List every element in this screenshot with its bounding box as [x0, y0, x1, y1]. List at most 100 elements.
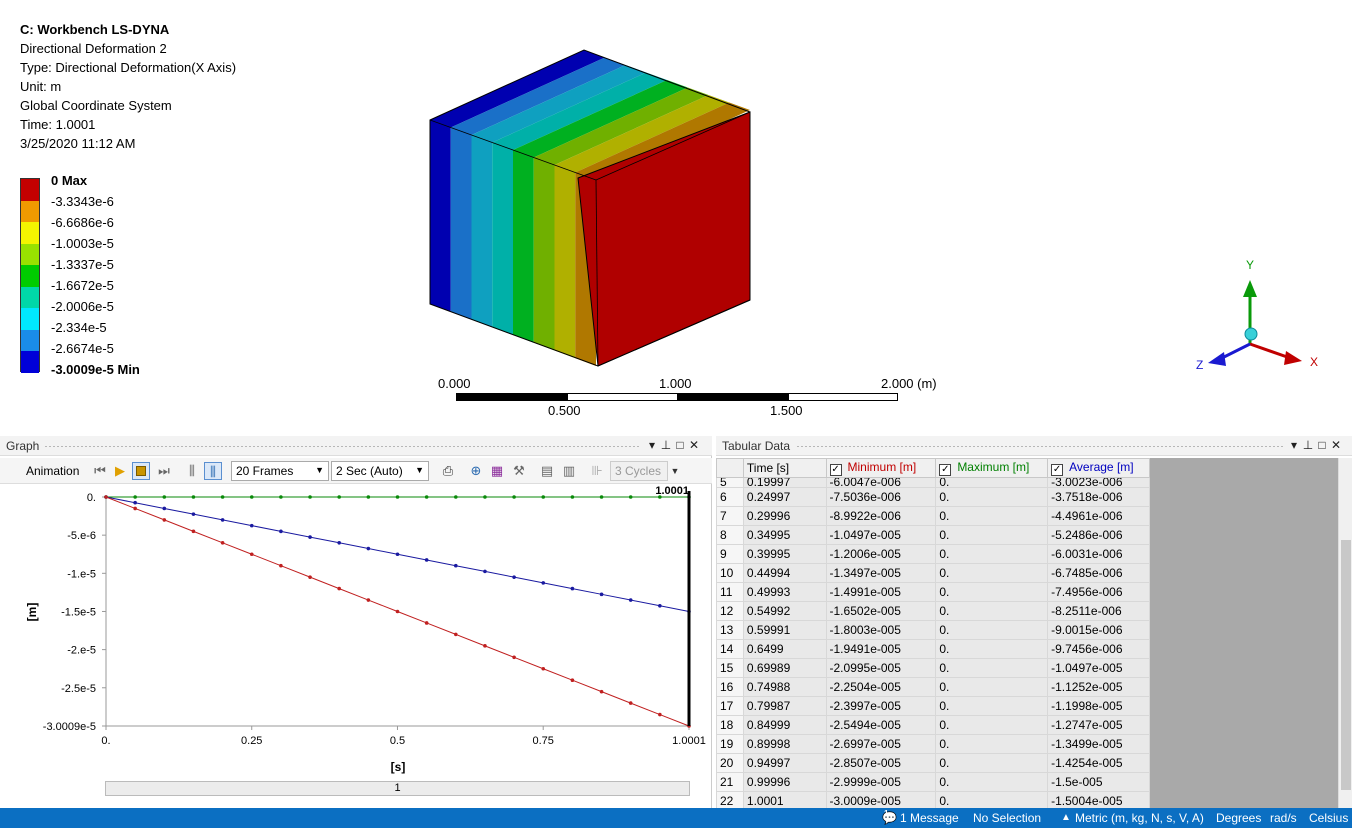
- x-axis-label: [s]: [391, 760, 406, 774]
- maximize-icon[interactable]: □: [674, 438, 688, 452]
- messages-status[interactable]: 1 Message: [900, 811, 959, 825]
- chart-series: [104, 491, 691, 728]
- messages-count: 1: [884, 809, 889, 818]
- table-cell: 14: [716, 639, 744, 659]
- temperature-unit[interactable]: Celsius: [1309, 811, 1348, 825]
- export-video-icon[interactable]: ⎙: [439, 462, 457, 480]
- play-icon[interactable]: ▶: [111, 462, 129, 480]
- table-cell: 13: [716, 620, 744, 640]
- scrollbar-thumb[interactable]: [1341, 540, 1351, 790]
- series-point: [279, 529, 283, 534]
- table-row[interactable]: 16 0.74988 -2.2504e-005 0. -1.1252e-005: [716, 677, 1150, 697]
- distributed-frames-icon[interactable]: ⫼: [183, 462, 201, 480]
- tabular-data-grid[interactable]: Time [s] ✓ Minimum [m] ✓ Maximum [m] ✓ Aver…: [716, 458, 1150, 808]
- table-cell: 0.: [935, 487, 1049, 507]
- triad-x-label: X: [1310, 355, 1318, 369]
- series-point: [541, 495, 546, 499]
- axis-triad[interactable]: Y X Z: [1188, 255, 1328, 375]
- maximize-icon[interactable]: □: [1316, 438, 1330, 452]
- table-cell: -1.0497e-005: [825, 525, 937, 545]
- y-tick-label: -1.5e-5: [61, 606, 96, 618]
- legend-label: -2.0006e-5: [51, 299, 114, 314]
- result-sets-icon[interactable]: ⫼: [204, 462, 222, 480]
- legend-swatch: [21, 200, 39, 222]
- series-point: [279, 563, 283, 568]
- table-row[interactable]: 18 0.84999 -2.5494e-005 0. -1.2747e-005: [716, 715, 1150, 735]
- pin-icon[interactable]: ⊥: [1302, 438, 1316, 452]
- table-row[interactable]: 14 0.6499 -1.9491e-005 0. -9.7456e-006: [716, 639, 1150, 659]
- table-row[interactable]: 21 0.99996 -2.9999e-005 0. -1.5e-005: [716, 772, 1150, 792]
- legend-label: -3.0009e-5 Min: [51, 362, 140, 377]
- frames-select[interactable]: 20 Frames ▼: [231, 461, 329, 481]
- table-cell: 0.24997: [742, 487, 827, 507]
- previous-frame-icon[interactable]: ⏮: [91, 462, 109, 480]
- series-point: [599, 495, 604, 499]
- frames-value: 20 Frames: [236, 464, 294, 478]
- deformation-chart[interactable]: 0. 0.25 0.5 0.75 1.0001 0. -5.e-6 -1.e-5 -1.5e-5…: [0, 484, 712, 780]
- table-cell: -1.0497e-005: [1047, 658, 1150, 678]
- unit-system[interactable]: Metric (m, kg, N, s, V, A): [1075, 811, 1204, 825]
- probe-icon[interactable]: ⚒: [510, 462, 528, 480]
- chevron-up-icon[interactable]: ▲: [1061, 812, 1071, 823]
- color-grid-icon[interactable]: ▦: [488, 462, 506, 480]
- table-row[interactable]: 7 0.29996 -8.9922e-006 0. -4.4961e-006: [716, 506, 1150, 526]
- table-row[interactable]: 10 0.44994 -1.3497e-005 0. -6.7485e-006: [716, 563, 1150, 583]
- table-alt-icon[interactable]: ▥: [560, 462, 578, 480]
- dropdown-icon[interactable]: ▾: [1288, 438, 1302, 452]
- tabular-data-panel: Tabular Data ▾ ⊥ □ ✕ Time [s] ✓ Minimum [m] …: [716, 436, 1352, 808]
- table-icon[interactable]: ▤: [538, 462, 556, 480]
- table-row[interactable]: 20 0.94997 -2.8507e-005 0. -1.4254e-005: [716, 753, 1150, 773]
- cycles-value: 3 Cycles: [615, 464, 662, 478]
- table-row[interactable]: 11 0.49993 -1.4991e-005 0. -7.4956e-006: [716, 582, 1150, 602]
- table-row[interactable]: 6 0.24997 -7.5036e-006 0. -3.7518e-006: [716, 487, 1150, 507]
- table-cell: 0.: [935, 715, 1049, 735]
- table-cell: 0.84999: [742, 715, 827, 735]
- table-scrollbar[interactable]: [1338, 458, 1352, 808]
- maximum-checkbox[interactable]: ✓: [939, 464, 952, 476]
- zoom-icon[interactable]: ⊕: [467, 462, 485, 480]
- scale-label-1: 1.000: [659, 376, 692, 391]
- rotational-velocity-unit[interactable]: rad/s: [1270, 811, 1297, 825]
- duration-select[interactable]: 2 Sec (Auto) ▼: [331, 461, 429, 481]
- next-frame-icon[interactable]: ⏭: [155, 462, 173, 480]
- close-icon[interactable]: ✕: [1330, 438, 1344, 452]
- legend-label: 0 Max: [51, 173, 88, 188]
- angle-unit[interactable]: Degrees: [1216, 811, 1261, 825]
- result-unit: Unit: m: [20, 79, 62, 94]
- table-row[interactable]: 22 1.0001 -3.0009e-005 0. -1.5004e-005: [716, 791, 1150, 808]
- header-average[interactable]: ✓ Average [m]: [1047, 458, 1150, 478]
- table-row[interactable]: 19 0.89998 -2.6997e-005 0. -1.3499e-005: [716, 734, 1150, 754]
- cycles-select[interactable]: 3 Cycles: [610, 461, 668, 481]
- series-point: [191, 495, 196, 499]
- minimum-checkbox[interactable]: ✓: [829, 464, 842, 476]
- chart-icon[interactable]: ⊪: [588, 462, 606, 480]
- table-row[interactable]: 12 0.54992 -1.6502e-005 0. -8.2511e-006: [716, 601, 1150, 621]
- pin-icon[interactable]: ⊥: [660, 438, 674, 452]
- y-arrow-head: [1243, 280, 1257, 297]
- time-slider[interactable]: 1: [105, 781, 690, 796]
- table-cell: -2.3997e-005: [825, 696, 937, 716]
- average-checkbox[interactable]: ✓: [1051, 464, 1064, 476]
- header-time[interactable]: Time [s]: [742, 458, 827, 478]
- header-minimum[interactable]: ✓ Minimum [m]: [825, 458, 937, 478]
- series-point: [541, 666, 546, 671]
- table-cell: 0.34995: [742, 525, 827, 545]
- series-point: [366, 495, 371, 499]
- chevron-down-icon[interactable]: ▼: [666, 462, 684, 480]
- table-row[interactable]: 5 0.19997 -6.0047e-006 0. -3.0023e-006: [716, 477, 1150, 488]
- series-point: [541, 581, 546, 585]
- model-cube[interactable]: [420, 40, 760, 375]
- dropdown-icon[interactable]: ▾: [646, 438, 660, 452]
- close-icon[interactable]: ✕: [688, 438, 702, 452]
- table-cell: 7: [716, 506, 744, 526]
- graphics-viewport[interactable]: C: Workbench LS-DYNA Directional Deforma…: [0, 0, 1352, 434]
- table-cell: 6: [716, 487, 744, 507]
- table-row[interactable]: 17 0.79987 -2.3997e-005 0. -1.1998e-005: [716, 696, 1150, 716]
- table-row[interactable]: 8 0.34995 -1.0497e-005 0. -5.2486e-006: [716, 525, 1150, 545]
- stop-button[interactable]: [132, 462, 150, 480]
- table-row[interactable]: 9 0.39995 -1.2006e-005 0. -6.0031e-006: [716, 544, 1150, 564]
- table-row[interactable]: 15 0.69989 -2.0995e-005 0. -1.0497e-005: [716, 658, 1150, 678]
- legend-swatch: [21, 308, 39, 330]
- header-maximum[interactable]: ✓ Maximum [m]: [935, 458, 1049, 478]
- table-row[interactable]: 13 0.59991 -1.8003e-005 0. -9.0015e-006: [716, 620, 1150, 640]
